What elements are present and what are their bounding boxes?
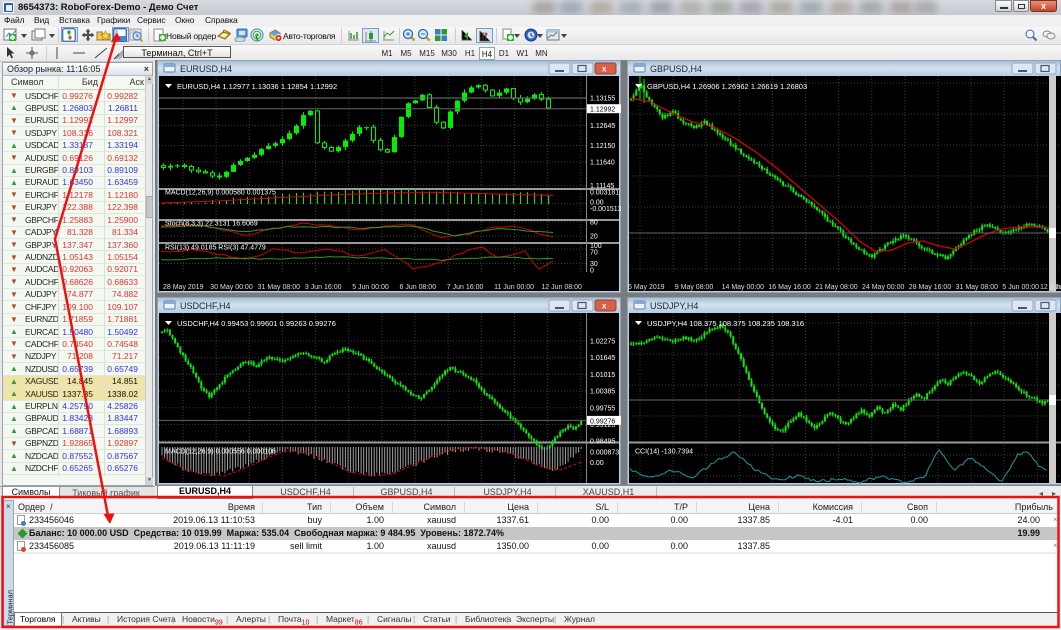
svg-text:USDJPY,H4 108.375 108.375 108: USDJPY,H4 108.375 108.375 108.235 108.31… (647, 319, 804, 328)
svg-text:80: 80 (590, 220, 598, 227)
svg-text:x: x (602, 65, 607, 74)
svg-text:1.01015: 1.01015 (590, 372, 615, 379)
svg-text:14 May 00:00: 14 May 00:00 (722, 284, 765, 291)
svg-text:28 May 2019: 28 May 2019 (163, 284, 204, 291)
svg-text:5 Jun 00:00: 5 Jun 00:00 (1002, 284, 1039, 291)
svg-text:30 May 00:00: 30 May 00:00 (210, 284, 253, 291)
svg-text:USDCHF,H4: USDCHF,H4 (180, 301, 231, 311)
svg-text:28 May 16:00: 28 May 16:00 (909, 284, 952, 291)
svg-text:-0.001513: -0.001513 (590, 206, 621, 213)
svg-text:24 May 00:00: 24 May 00:00 (862, 284, 905, 291)
svg-text:1.02275: 1.02275 (590, 339, 615, 346)
svg-text:1.11640: 1.11640 (590, 159, 615, 166)
svg-text:3 Jun 16:00: 3 Jun 16:00 (305, 284, 342, 291)
svg-text:1.12992: 1.12992 (590, 107, 615, 114)
svg-text:0.000873: 0.000873 (590, 450, 619, 457)
svg-text:0.00: 0.00 (590, 460, 604, 467)
svg-text:MACD(12,26,9) 0.000580 0.00137: MACD(12,26,9) 0.000580 0.001375 (165, 190, 276, 197)
svg-text:6 May 2019: 6 May 2019 (628, 284, 665, 291)
svg-text:12 Jun 08: 12 Jun 08 (1040, 284, 1061, 291)
svg-text:USDCHF,H4 0.99453 0.99601 0.9: USDCHF,H4 0.99453 0.99601 0.99263 0.9927… (177, 319, 336, 328)
svg-text:EURUSD,H4 1.12977 1.13036 1.1: EURUSD,H4 1.12977 1.13036 1.12854 1.1299… (177, 82, 337, 91)
svg-text:6 Jun 08:00: 6 Jun 08:00 (400, 284, 437, 291)
svg-text:1.12150: 1.12150 (590, 143, 615, 150)
svg-text:Stoch(8,3,3) 22.3131 16.6069: Stoch(8,3,3) 22.3131 16.6069 (165, 221, 258, 228)
svg-text:11 Jun 00:00: 11 Jun 00:00 (494, 284, 534, 291)
svg-text:0: 0 (590, 268, 594, 275)
svg-text:70: 70 (590, 250, 598, 257)
svg-text:GBPUSD,H4: GBPUSD,H4 (650, 64, 702, 74)
svg-text:GBPUSD,H4 1.26906 1.26962 1.2: GBPUSD,H4 1.26906 1.26962 1.26619 1.2680… (647, 82, 807, 91)
svg-text:21 May 08:00: 21 May 08:00 (815, 284, 858, 291)
svg-text:5 Jun 00:00: 5 Jun 00:00 (352, 284, 389, 291)
svg-text:1.00385: 1.00385 (590, 389, 615, 396)
svg-text:USDJPY,H4: USDJPY,H4 (650, 301, 698, 311)
svg-text:MACD(12,26,9) 0.000556 0.00010: MACD(12,26,9) 0.000556 0.000106 (165, 449, 276, 456)
svg-text:RSI(13) 49.0185 RSI(3) 47.477: RSI(13) 49.0185 RSI(3) 47.4779 (165, 245, 266, 252)
svg-text:0.003181: 0.003181 (590, 190, 619, 197)
svg-text:1.13155: 1.13155 (590, 96, 615, 103)
svg-text:7 Jun 16:00: 7 Jun 16:00 (447, 284, 484, 291)
svg-text:12 Jun 08:00: 12 Jun 08:00 (541, 284, 582, 291)
svg-text:0.99276: 0.99276 (590, 418, 615, 425)
svg-text:CCI(14) -130.7394: CCI(14) -130.7394 (635, 449, 693, 456)
svg-text:20: 20 (590, 234, 598, 241)
svg-text:16 May 16:00: 16 May 16:00 (768, 284, 811, 291)
svg-text:1.12645: 1.12645 (590, 123, 615, 130)
svg-text:0.98495: 0.98495 (590, 439, 615, 446)
svg-text:x: x (602, 302, 607, 311)
svg-text:31 May 08:00: 31 May 08:00 (956, 284, 999, 291)
svg-text:9 May 08:00: 9 May 08:00 (675, 284, 714, 291)
svg-text:0.99755: 0.99755 (590, 405, 615, 412)
svg-text:1.01645: 1.01645 (590, 355, 615, 362)
svg-text:31 May 08:00: 31 May 08:00 (258, 284, 301, 291)
svg-text:EURUSD,H4: EURUSD,H4 (180, 64, 232, 74)
